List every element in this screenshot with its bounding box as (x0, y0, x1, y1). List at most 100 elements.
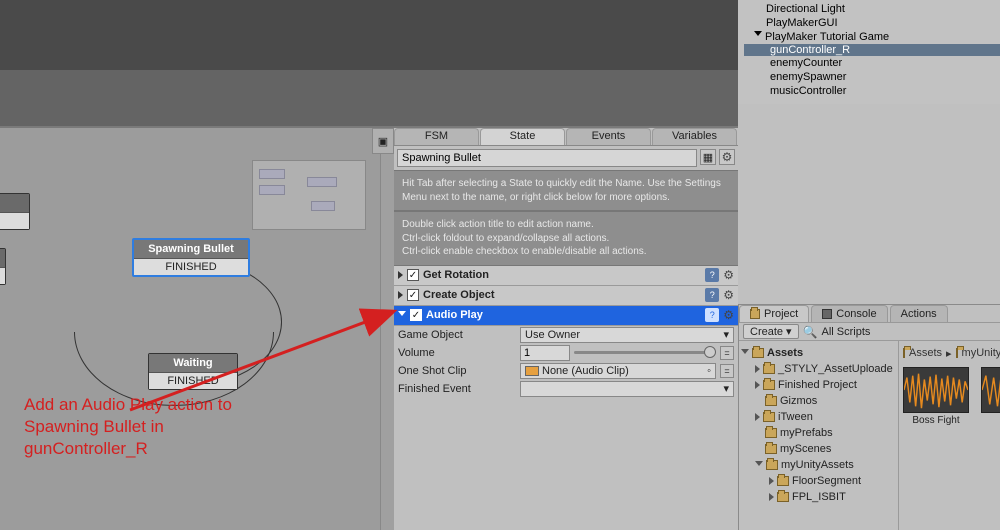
help-icon[interactable]: ? (705, 288, 719, 302)
tree-item[interactable]: Gizmos (741, 393, 896, 409)
state-transition-slot[interactable]: _R (0, 212, 29, 229)
action-enable-checkbox[interactable]: ✓ (407, 289, 419, 301)
project-assets-grid[interactable]: Assets ▸ myUnity Boss Fight ma (899, 341, 1000, 530)
foldout-icon[interactable] (398, 311, 406, 320)
tab-events[interactable]: Events (566, 128, 651, 145)
hierarchy-panel[interactable]: Directional Light PlayMakerGUI PlayMaker… (738, 0, 1000, 104)
hierarchy-item[interactable]: PlayMakerGUI (746, 16, 992, 30)
field-options-button[interactable]: = (720, 346, 734, 360)
state-transition-slot[interactable]: FINISHED (134, 258, 248, 275)
dropdown-game-object[interactable]: Use Owner▾ (520, 327, 734, 343)
action-header-audio-play-selected[interactable]: ✓ Audio Play ? (394, 306, 738, 326)
folder-icon (763, 364, 775, 374)
slider-knob[interactable] (704, 346, 716, 358)
prop-volume: Volume = (394, 344, 738, 362)
foldout-icon[interactable] (769, 493, 774, 501)
fsm-graph-canvas[interactable]: ▣ _R n_R Spawning Bullet FINISHED Waitin… (0, 126, 394, 530)
state-transition-slot[interactable]: n_R (0, 267, 5, 284)
tab-variables[interactable]: Variables (652, 128, 737, 145)
gear-icon[interactable] (723, 268, 734, 282)
state-node[interactable]: _R (0, 193, 30, 230)
tree-item[interactable]: Finished Project (741, 377, 896, 393)
hint-text: Double click action title to edit action… (394, 211, 738, 266)
foldout-icon[interactable] (769, 477, 774, 485)
fsm-inspector-panel: FSM State Events Variables ▦ Hit Tab aft… (394, 126, 738, 398)
tab-state[interactable]: State (480, 128, 565, 145)
action-enable-checkbox[interactable]: ✓ (407, 269, 419, 281)
hierarchy-item[interactable]: enemyCounter (746, 56, 992, 70)
tree-item[interactable]: Assets (741, 345, 896, 361)
foldout-icon[interactable] (755, 461, 763, 470)
folder-icon (766, 460, 778, 470)
canvas-corner-button[interactable]: ▣ (372, 128, 394, 154)
graph-minimap[interactable] (252, 160, 366, 230)
folder-icon (763, 412, 775, 422)
field-options-button[interactable]: = (720, 364, 734, 378)
tab-project[interactable]: Project (739, 305, 809, 322)
folder-icon (903, 348, 905, 358)
dropdown-finished-event[interactable]: ▾ (520, 381, 734, 397)
folder-icon (765, 444, 777, 454)
folder-icon (752, 348, 764, 358)
object-field-audio-clip[interactable]: None (Audio Clip)◦ (520, 363, 716, 379)
breadcrumb[interactable]: Assets ▸ myUnity (903, 345, 996, 361)
audio-clip-icon (525, 366, 539, 376)
state-icon-button[interactable]: ▦ (700, 149, 716, 165)
help-icon[interactable]: ? (705, 308, 719, 322)
foldout-icon[interactable] (754, 31, 762, 40)
folder-icon (750, 309, 760, 319)
gear-icon[interactable] (723, 288, 734, 302)
action-header-create-object[interactable]: ✓ Create Object ? (394, 286, 738, 306)
tab-fsm[interactable]: FSM (394, 128, 479, 145)
annotation-text: Add an Audio Play action to Spawning Bul… (24, 394, 232, 460)
tab-console[interactable]: Console (811, 305, 887, 322)
gear-icon[interactable] (723, 308, 734, 322)
folder-icon (763, 380, 775, 390)
project-folder-tree[interactable]: Assets _STYLY_AssetUploade Finished Proj… (739, 341, 899, 530)
hint-text: Hit Tab after selecting a State to quick… (394, 170, 738, 211)
hierarchy-item[interactable]: musicController (746, 84, 992, 98)
foldout-icon[interactable] (755, 381, 760, 389)
hierarchy-item[interactable]: Directional Light (746, 2, 992, 16)
foldout-icon[interactable] (398, 291, 403, 299)
asset-thumbnail[interactable]: Boss Fight (903, 367, 969, 426)
asset-thumbnail[interactable]: ma (981, 367, 1000, 426)
action-header-get-rotation[interactable]: ✓ Get Rotation ? (394, 266, 738, 286)
foldout-icon[interactable] (755, 365, 760, 373)
filter-all-scripts[interactable]: All Scripts (822, 326, 871, 338)
foldout-icon[interactable] (398, 271, 403, 279)
state-node-selected[interactable]: Spawning Bullet FINISHED (132, 238, 250, 277)
hierarchy-item-selected[interactable]: gunController_R (744, 44, 1000, 56)
folder-icon (765, 396, 777, 406)
folder-icon (777, 492, 789, 502)
scene-viewport[interactable] (0, 0, 738, 126)
state-transition-slot[interactable]: FINISHED (149, 372, 237, 389)
action-enable-checkbox[interactable]: ✓ (410, 309, 422, 321)
state-node[interactable]: n_R (0, 248, 6, 285)
vertical-scrollbar[interactable] (380, 154, 394, 530)
tree-item[interactable]: myScenes (741, 441, 896, 457)
tree-item[interactable]: FPL_ISBIT (741, 489, 896, 505)
foldout-icon[interactable] (741, 349, 749, 358)
hierarchy-item[interactable]: PlayMaker Tutorial Game (746, 30, 992, 44)
create-dropdown[interactable]: Create ▾ (743, 324, 799, 339)
inspector-tabs: FSM State Events Variables (394, 128, 738, 146)
hierarchy-item[interactable]: enemySpawner (746, 70, 992, 84)
tree-item[interactable]: myPrefabs (741, 425, 896, 441)
gear-icon[interactable] (719, 149, 735, 165)
tree-item[interactable]: _STYLY_AssetUploade (741, 361, 896, 377)
prop-one-shot-clip: One Shot Clip None (Audio Clip)◦ = (394, 362, 738, 380)
state-node[interactable]: Waiting FINISHED (148, 353, 238, 390)
tab-actions[interactable]: Actions (890, 305, 948, 322)
help-icon[interactable]: ? (705, 268, 719, 282)
tree-item[interactable]: iTween (741, 409, 896, 425)
volume-number-field[interactable] (520, 345, 570, 361)
tree-item[interactable]: myUnityAssets (741, 457, 896, 473)
state-title: Spawning Bullet (134, 240, 248, 258)
waveform-icon (903, 367, 969, 413)
state-name-input[interactable] (397, 149, 697, 167)
volume-slider[interactable] (574, 351, 716, 354)
search-icon[interactable]: 🔍 (803, 325, 818, 339)
tree-item[interactable]: FloorSegment (741, 473, 896, 489)
foldout-icon[interactable] (755, 413, 760, 421)
